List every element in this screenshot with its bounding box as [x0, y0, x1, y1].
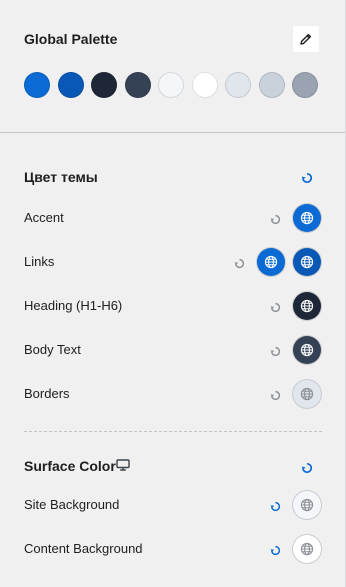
section-divider [0, 132, 345, 133]
globe-icon [300, 211, 314, 225]
theme-row-label: Links [24, 254, 55, 269]
surface-row-reset-button[interactable] [269, 500, 281, 512]
globe-icon [300, 343, 314, 357]
palette-swatch[interactable] [191, 72, 218, 98]
surface-row-label: Site Background [24, 497, 120, 512]
reset-icon [270, 302, 280, 312]
theme-colors-title: Цвет темы [24, 169, 98, 185]
reset-icon [270, 545, 280, 555]
surface-color-title: Surface Color [24, 458, 116, 474]
global-palette-title: Global Palette [24, 31, 118, 47]
theme-row-color-picker[interactable] [293, 204, 321, 232]
reset-icon [270, 214, 280, 224]
palette-swatch[interactable] [57, 72, 84, 98]
theme-row-reset-button[interactable] [269, 301, 281, 313]
globe-icon [300, 299, 314, 313]
pencil-icon [300, 33, 312, 45]
dashed-divider [24, 431, 322, 432]
theme-row-label: Heading (H1-H6) [24, 298, 123, 313]
reset-icon [301, 172, 313, 184]
theme-reset-button[interactable] [300, 171, 314, 185]
theme-row-color-picker[interactable] [293, 292, 321, 320]
reset-icon [301, 462, 313, 474]
surface-reset-button[interactable] [300, 461, 314, 475]
globe-icon [300, 255, 314, 269]
monitor-icon[interactable] [116, 459, 130, 471]
theme-row-color-picker[interactable] [293, 248, 321, 276]
reset-icon [270, 346, 280, 356]
theme-row-color-picker[interactable] [293, 336, 321, 364]
palette-swatch[interactable] [24, 72, 50, 98]
reset-icon [270, 501, 280, 511]
surface-row-color-picker[interactable] [293, 491, 321, 519]
surface-row-color-picker[interactable] [293, 535, 321, 563]
globe-icon [300, 542, 314, 556]
theme-row-label: Body Text [24, 342, 81, 357]
reset-icon [270, 390, 280, 400]
theme-row-reset-button[interactable] [269, 345, 281, 357]
surface-row-reset-button[interactable] [269, 544, 281, 556]
theme-row-label: Borders [24, 386, 70, 401]
theme-row-color-picker[interactable] [293, 380, 321, 408]
theme-row-reset-button[interactable] [233, 257, 245, 269]
palette-swatch[interactable] [258, 72, 285, 98]
palette-swatch[interactable] [91, 72, 117, 98]
theme-row-label: Accent [24, 210, 64, 225]
palette-swatch[interactable] [158, 72, 184, 98]
edit-palette-button[interactable] [293, 26, 319, 52]
theme-row-reset-button[interactable] [269, 389, 281, 401]
globe-icon [264, 255, 278, 269]
palette-swatch[interactable] [225, 72, 251, 98]
palette-swatch[interactable] [124, 72, 151, 98]
surface-row-label: Content Background [24, 541, 143, 556]
palette-swatch[interactable] [292, 72, 318, 98]
globe-icon [300, 387, 314, 401]
theme-row-reset-button[interactable] [269, 213, 281, 225]
theme-row-color-picker[interactable] [257, 248, 285, 276]
globe-icon [300, 498, 314, 512]
reset-icon [234, 258, 244, 268]
global-colors-panel: Global Palette Цвет темы Accent Links Head… [0, 0, 346, 587]
